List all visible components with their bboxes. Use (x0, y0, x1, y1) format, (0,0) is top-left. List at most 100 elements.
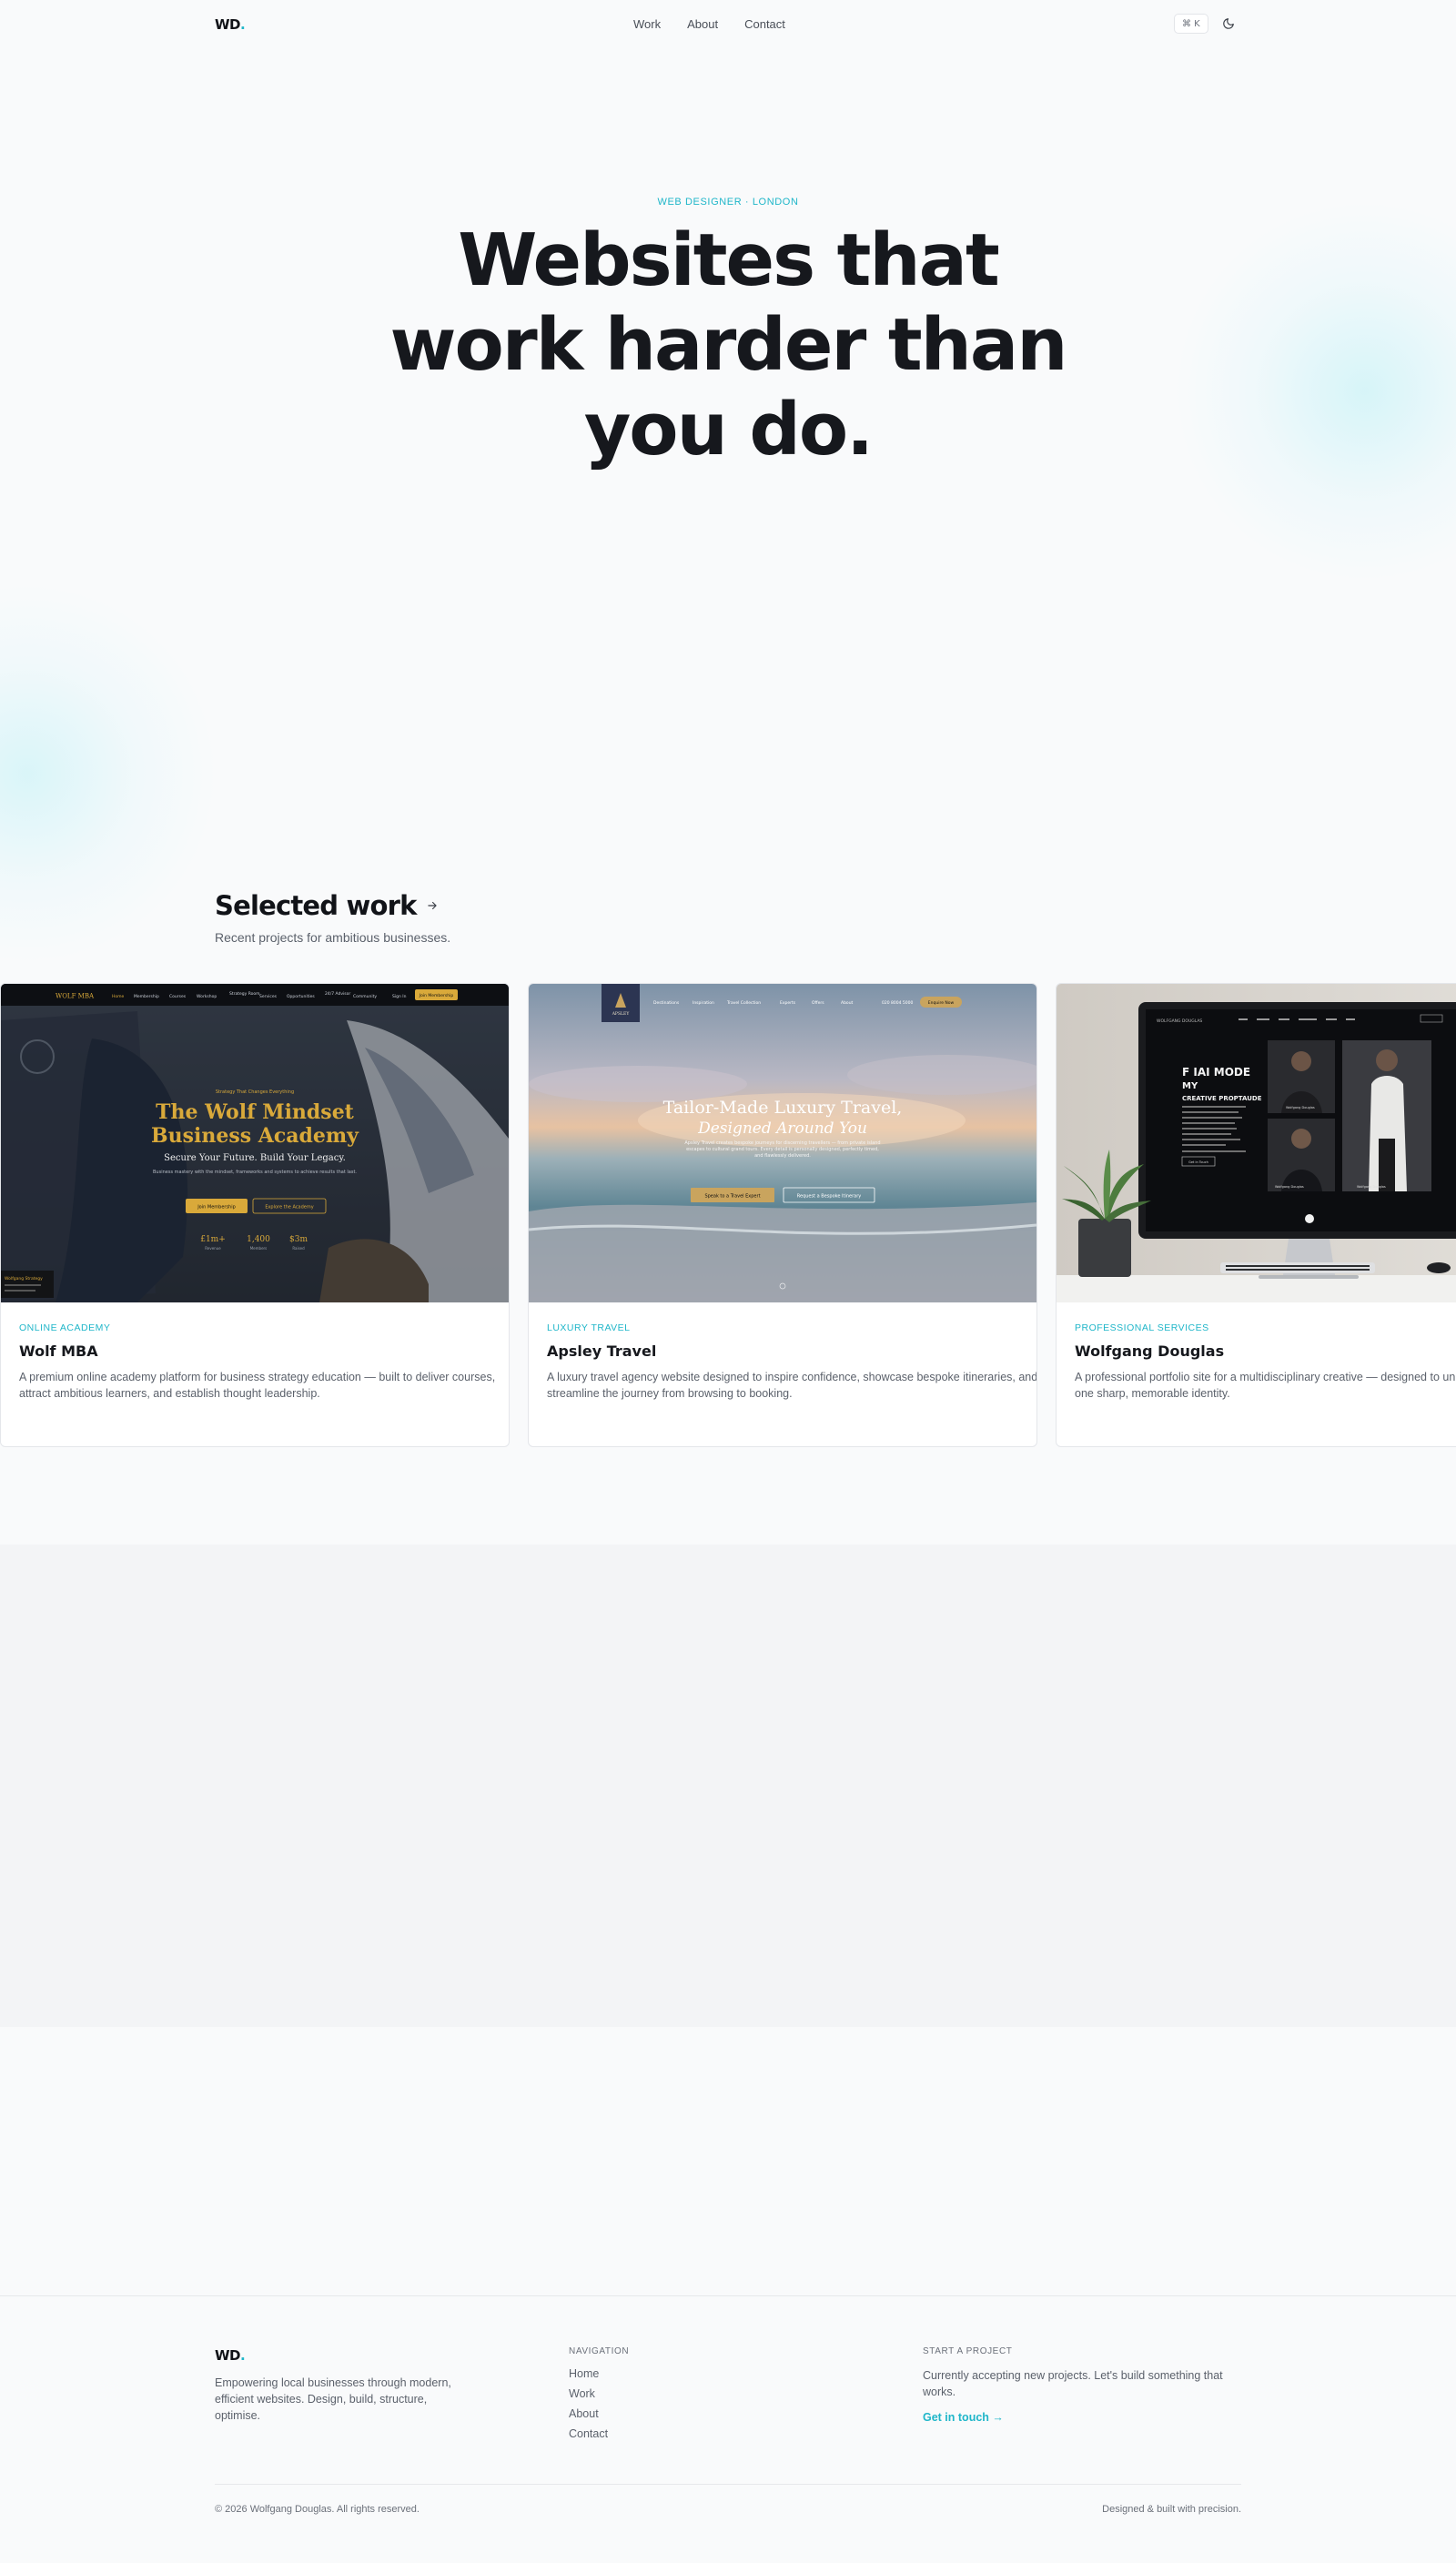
project-card-body: PROFESSIONAL SERVICES Wolfgang Douglas A… (1057, 1302, 1456, 1422)
footer-project-heading: START A PROJECT (923, 2346, 1013, 2356)
svg-text:Enquire Now: Enquire Now (928, 1000, 955, 1006)
svg-text:Home: Home (112, 994, 125, 999)
project-preview-wolfgang-douglas: WOLFGANG DOUGLAS F IAI MODE MY CREATIVE … (1057, 984, 1456, 1302)
selected-work-title-text: Selected work (215, 890, 417, 921)
svg-text:Join Membership: Join Membership (197, 1205, 236, 1211)
footer-nav-heading: NAVIGATION (569, 2346, 630, 2356)
svg-text:Strategy Room: Strategy Room (229, 991, 260, 997)
svg-text:Speak to a Travel Expert: Speak to a Travel Expert (704, 1194, 760, 1200)
svg-text:Secure Your Future. Build Your: Secure Your Future. Build Your Legacy. (164, 1153, 346, 1163)
svg-text:Opportunities: Opportunities (287, 994, 315, 999)
site-logo[interactable]: WD. (215, 16, 246, 33)
selected-work-subtitle: Recent projects for ambitious businesses… (215, 930, 451, 945)
svg-text:£1m+: £1m+ (200, 1235, 226, 1244)
wolf-mba-screenshot: WOLF MBA Home Membership Courses Worksho… (1, 984, 509, 1302)
svg-text:Inspiration: Inspiration (693, 1000, 714, 1006)
footer-link-contact[interactable]: Contact (569, 2427, 629, 2440)
selected-work-title[interactable]: Selected work (215, 890, 450, 921)
svg-text:Request a Bespoke Itinerary: Request a Bespoke Itinerary (797, 1194, 862, 1200)
nav-link-contact[interactable]: Contact (744, 17, 785, 31)
nav-links: Work About Contact (633, 17, 785, 31)
project-description: A professional portfolio site for a mult… (1075, 1371, 1456, 1400)
project-description: A luxury travel agency website designed … (547, 1371, 1037, 1400)
logo-text: WD (215, 16, 241, 33)
footer-project-text: Currently accepting new projects. Let's … (923, 2369, 1223, 2398)
svg-text:Explore the Academy: Explore the Academy (265, 1205, 313, 1211)
svg-text:Services: Services (259, 994, 278, 999)
footer-navigation: NAVIGATION Home Work About Contact (569, 2346, 629, 2440)
nav-link-about[interactable]: About (687, 17, 718, 31)
page: WD. Work About Contact ⌘ K WEB DESIGNER … (0, 0, 1456, 2563)
svg-text:Sign In: Sign In (392, 994, 407, 999)
svg-text:MY: MY (1182, 1081, 1198, 1091)
svg-text:Wolfgang Douglas: Wolfgang Douglas (1286, 1106, 1315, 1109)
svg-text:Wolfgang Strategy: Wolfgang Strategy (5, 1276, 43, 1282)
svg-text:Workshop: Workshop (197, 994, 217, 999)
footer-link-work[interactable]: Work (569, 2387, 629, 2400)
svg-text:Revenue: Revenue (205, 1246, 221, 1251)
svg-text:The Wolf Mindset: The Wolf Mindset (156, 1100, 355, 1124)
footer-logo-text: WD (215, 2347, 241, 2364)
project-card-apsley-travel[interactable]: APSLEY Destinations Inspiration Travel C… (528, 983, 1037, 1447)
project-description: A premium online academy platform for bu… (19, 1371, 496, 1400)
svg-text:Experts: Experts (780, 1000, 796, 1006)
command-palette-button[interactable]: ⌘ K (1174, 14, 1208, 34)
svg-text:Strategy That Changes Everythi: Strategy That Changes Everything (216, 1089, 294, 1095)
footer-tagline: Empowering local businesses through mode… (215, 2376, 451, 2422)
arrow-right-icon (427, 901, 437, 910)
svg-text:APSLEY: APSLEY (612, 1011, 631, 1017)
project-card-body: ONLINE ACADEMY Wolf MBA A premium online… (1, 1302, 509, 1422)
project-card-wolf-mba[interactable]: WOLF MBA Home Membership Courses Worksho… (0, 983, 510, 1447)
footer-link-about[interactable]: About (569, 2407, 629, 2420)
project-title: Wolf MBA (19, 1342, 98, 1360)
footer-link-home[interactable]: Home (569, 2367, 629, 2380)
project-preview-apsley-travel: APSLEY Destinations Inspiration Travel C… (529, 984, 1036, 1302)
project-tag: ONLINE ACADEMY (19, 1322, 111, 1333)
svg-text:020 8004 5000: 020 8004 5000 (882, 1000, 913, 1006)
svg-text:Destinations: Destinations (653, 1000, 680, 1006)
svg-text:Members: Members (250, 1246, 268, 1251)
svg-text:$3m: $3m (289, 1235, 308, 1244)
svg-text:F IAI MODE: F IAI MODE (1182, 1066, 1250, 1079)
svg-text:Business mastery with the mind: Business mastery with the mindset, frame… (153, 1170, 357, 1175)
svg-text:Raised: Raised (292, 1246, 305, 1251)
hero-eyebrow: WEB DESIGNER · LONDON (657, 197, 799, 208)
svg-text:24/7 Advisor: 24/7 Advisor (325, 991, 350, 997)
theme-toggle-button[interactable] (1219, 15, 1238, 33)
svg-text:Tailor-Made Luxury Travel,: Tailor-Made Luxury Travel, (663, 1098, 903, 1118)
top-nav: WD. Work About Contact ⌘ K (0, 0, 1456, 49)
project-card-wolfgang-douglas[interactable]: WOLFGANG DOUGLAS F IAI MODE MY CREATIVE … (1056, 983, 1456, 1447)
project-title: Wolfgang Douglas (1075, 1342, 1225, 1360)
wolf-brand: WOLF MBA (56, 993, 95, 1000)
project-tag: LUXURY TRAVEL (547, 1322, 631, 1333)
copyright-text: © 2026 Wolfgang Douglas. All rights rese… (215, 2504, 420, 2515)
svg-text:Offers: Offers (812, 1000, 824, 1006)
project-preview-wolf-mba: WOLF MBA Home Membership Courses Worksho… (1, 984, 509, 1302)
selected-work-header: Selected work Recent projects for ambiti… (215, 890, 450, 945)
logo-dot: . (240, 16, 246, 33)
svg-text:Join Membership: Join Membership (419, 993, 454, 998)
command-shortcut: ⌘ K (1182, 18, 1200, 29)
svg-text:Membership: Membership (134, 994, 159, 999)
footer-nav-links: Home Work About Contact (569, 2367, 629, 2440)
svg-text:Get in Touch: Get in Touch (1188, 1160, 1208, 1164)
svg-text:Wolfgang Douglas: Wolfgang Douglas (1357, 1185, 1386, 1189)
wolfgang-douglas-screenshot: WOLFGANG DOUGLAS F IAI MODE MY CREATIVE … (1057, 984, 1456, 1302)
svg-text:1,400: 1,400 (247, 1235, 270, 1244)
get-in-touch-link[interactable]: Get in touch → (923, 2411, 1004, 2424)
site-footer: WD. Empowering local businesses through … (0, 2295, 1456, 2563)
hero-glow-left (0, 582, 218, 965)
nav-link-work[interactable]: Work (633, 17, 661, 31)
content-band (0, 1545, 1456, 2027)
project-title: Apsley Travel (547, 1342, 657, 1360)
hero-glow-right (1174, 200, 1456, 582)
footer-logo[interactable]: WD. (215, 2347, 470, 2364)
hero-title: Websites that work harder than you do. (389, 218, 1068, 471)
svg-text:Community: Community (353, 994, 377, 999)
svg-text:About: About (841, 1000, 854, 1006)
apsley-travel-screenshot: APSLEY Destinations Inspiration Travel C… (529, 984, 1036, 1302)
svg-text:Designed Around You: Designed Around You (697, 1119, 867, 1138)
footer-start-project: START A PROJECT Currently accepting new … (923, 2346, 1241, 2426)
footer-logo-dot: . (240, 2347, 246, 2364)
moon-icon (1223, 18, 1234, 29)
